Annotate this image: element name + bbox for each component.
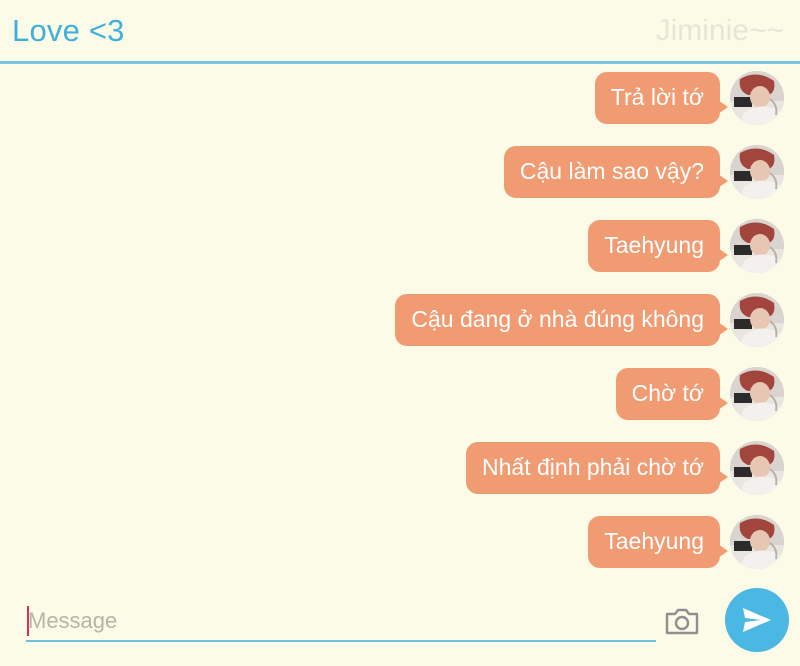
message-bubble[interactable]: Trả lời tớ bbox=[594, 72, 729, 124]
contact-name[interactable]: Jiminie~~ bbox=[656, 14, 784, 48]
message-bubble[interactable]: Taehyung bbox=[588, 220, 728, 272]
avatar[interactable] bbox=[730, 515, 784, 569]
message-row: Cậu làm sao vậy? bbox=[503, 144, 784, 200]
avatar-photo-icon bbox=[730, 441, 784, 495]
message-bubble[interactable]: Nhất định phải chờ tớ bbox=[466, 442, 728, 494]
send-button[interactable] bbox=[725, 588, 789, 652]
message-row: Chờ tớ bbox=[615, 366, 784, 422]
message-row: Taehyung bbox=[588, 218, 784, 274]
avatar-photo-icon bbox=[730, 293, 784, 347]
avatar[interactable] bbox=[730, 145, 784, 199]
message-bubble[interactable]: Chờ tớ bbox=[615, 368, 729, 420]
camera-icon bbox=[665, 608, 699, 635]
message-row: Nhất định phải chờ tớ bbox=[466, 440, 784, 496]
message-composer bbox=[0, 588, 800, 666]
avatar-photo-icon bbox=[730, 145, 784, 199]
camera-button[interactable] bbox=[663, 604, 701, 638]
chat-title: Love <3 bbox=[12, 13, 125, 48]
avatar-photo-icon bbox=[730, 515, 784, 569]
avatar[interactable] bbox=[730, 441, 784, 495]
avatar[interactable] bbox=[730, 293, 784, 347]
avatar-photo-icon bbox=[730, 367, 784, 421]
message-bubble[interactable]: Cậu đang ở nhà đúng không bbox=[395, 294, 728, 346]
avatar[interactable] bbox=[730, 219, 784, 273]
message-bubble[interactable]: Cậu làm sao vậy? bbox=[503, 146, 729, 198]
avatar[interactable] bbox=[730, 71, 784, 125]
text-caret bbox=[27, 606, 29, 636]
chat-screen: Love <3 Jiminie~~ Trả lời tớ Cậu làm sao… bbox=[0, 0, 800, 666]
message-row: Trả lời tớ bbox=[594, 70, 784, 126]
send-icon bbox=[743, 608, 771, 632]
message-row: Cậu đang ở nhà đúng không bbox=[395, 292, 784, 348]
avatar-photo-icon bbox=[730, 219, 784, 273]
message-input-wrapper bbox=[26, 602, 656, 642]
avatar[interactable] bbox=[730, 367, 784, 421]
chat-header: Love <3 Jiminie~~ bbox=[0, 0, 800, 64]
avatar-photo-icon bbox=[730, 71, 784, 125]
message-row: Taehyung bbox=[588, 514, 784, 570]
message-input[interactable] bbox=[26, 602, 656, 640]
message-bubble[interactable]: Taehyung bbox=[588, 516, 728, 568]
message-list[interactable]: Trả lời tớ Cậu làm sao vậy? Taehyung Cậu… bbox=[0, 67, 800, 587]
